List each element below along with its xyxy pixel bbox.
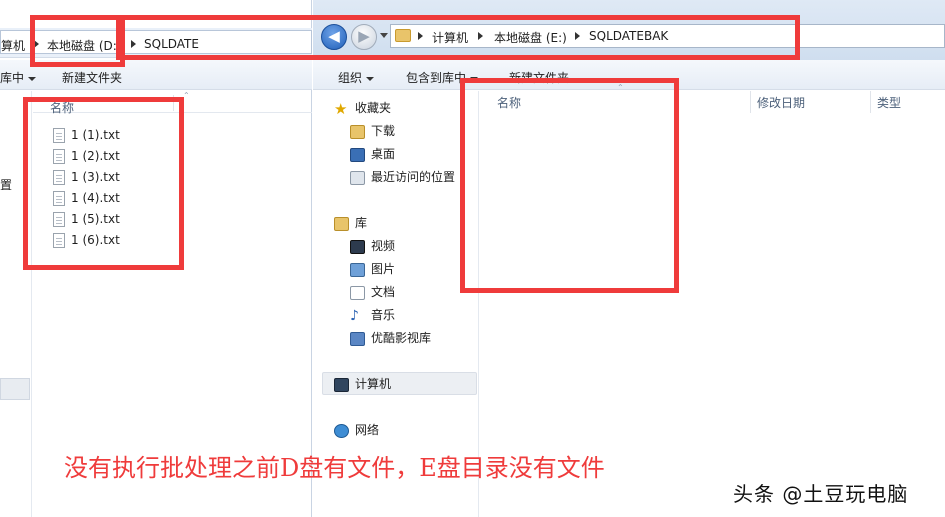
downloads-folder-icon bbox=[350, 124, 365, 139]
organize-button[interactable]: 组织 bbox=[338, 69, 375, 86]
sort-arrow-icon: ⌃ bbox=[183, 91, 190, 100]
nav-item-videos[interactable]: 视频 bbox=[350, 237, 395, 254]
breadcrumb-computer[interactable]: 算机 bbox=[1, 37, 25, 54]
desktop-icon bbox=[350, 147, 365, 162]
nav-scroll-item[interactable] bbox=[0, 378, 30, 400]
video-icon bbox=[350, 239, 365, 254]
annotation-box-left-drive bbox=[30, 15, 125, 67]
music-note-icon: ♪ bbox=[350, 307, 359, 324]
libraries-folder-icon bbox=[334, 216, 349, 231]
new-folder-button[interactable]: 新建文件夹 bbox=[62, 69, 122, 86]
annotation-caption: 没有执行批处理之前D盘有文件，E盘目录没有文件 bbox=[64, 454, 605, 482]
recent-places-icon bbox=[350, 170, 365, 185]
star-icon: ★ bbox=[334, 99, 348, 118]
nav-item-favorites[interactable]: ★ 收藏夹 bbox=[334, 99, 391, 116]
nav-item-pictures[interactable]: 图片 bbox=[350, 260, 395, 277]
nav-item-youku[interactable]: 优酷影视库 bbox=[350, 329, 431, 346]
nav-item-computer[interactable]: 计算机 bbox=[334, 375, 391, 392]
annotation-box-address-bars bbox=[116, 15, 800, 60]
annotation-box-left-files bbox=[23, 97, 184, 270]
network-icon bbox=[334, 423, 349, 438]
column-header-type[interactable]: 类型 bbox=[877, 94, 901, 111]
nav-item-partial[interactable]: 置 bbox=[0, 176, 12, 193]
computer-icon bbox=[334, 377, 349, 392]
nav-item-libraries[interactable]: 库 bbox=[334, 214, 367, 231]
chevron-down-icon bbox=[28, 76, 37, 81]
pictures-icon bbox=[350, 262, 365, 277]
nav-item-downloads[interactable]: 下载 bbox=[350, 122, 395, 139]
nav-item-documents[interactable]: 文档 bbox=[350, 283, 395, 300]
chevron-down-icon bbox=[366, 76, 375, 81]
watermark-text: 头条 @土豆玩电脑 bbox=[733, 482, 909, 506]
column-header-modified[interactable]: 修改日期 bbox=[757, 94, 805, 111]
youku-library-icon bbox=[350, 331, 365, 346]
include-in-library-button[interactable]: 库中 bbox=[0, 69, 37, 86]
column-divider[interactable] bbox=[870, 91, 871, 113]
nav-item-desktop[interactable]: 桌面 bbox=[350, 145, 395, 162]
annotation-box-right-empty bbox=[460, 78, 679, 293]
nav-item-music[interactable]: ♪ 音乐 bbox=[350, 306, 395, 323]
nav-item-network[interactable]: 网络 bbox=[334, 421, 379, 438]
nav-item-recent-places[interactable]: 最近访问的位置 bbox=[350, 168, 455, 185]
column-divider[interactable] bbox=[750, 91, 751, 113]
document-icon bbox=[350, 285, 365, 300]
